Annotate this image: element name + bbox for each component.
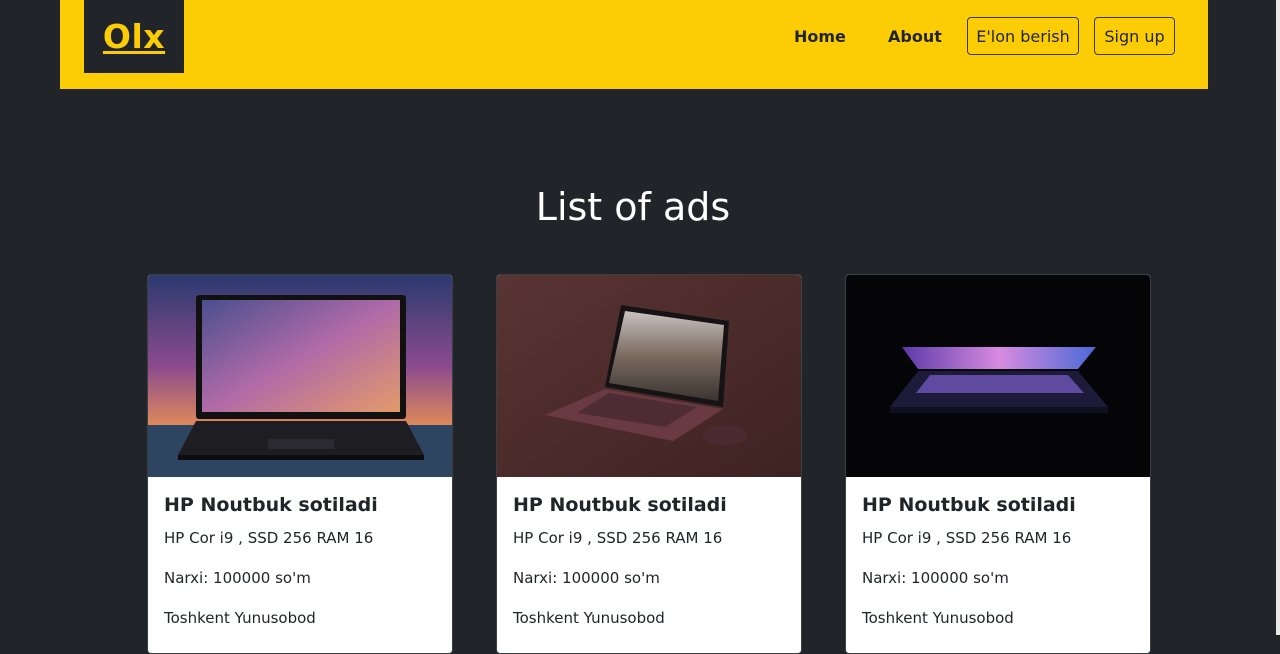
page-title: List of ads [535,185,731,229]
laptop-dark-glow-photo [846,275,1150,477]
post-ad-button[interactable]: E'lon berish [967,17,1079,55]
ad-location: Toshkent Yunusobod [513,609,665,627]
ad-card[interactable]: HP Noutbuk sotiladi HP Cor i9 , SSD 256 … [147,274,453,654]
navbar: Olx Home About E'lon berish Sign up [60,0,1208,89]
ad-price: Narxi: 100000 so'm [513,569,660,587]
ad-location: Toshkent Yunusobod [164,609,316,627]
ad-card[interactable]: HP Noutbuk sotiladi HP Cor i9 , SSD 256 … [496,274,802,654]
logo-text[interactable]: Olx [103,17,165,56]
laptop-maroon-photo [497,275,801,477]
ad-title: HP Noutbuk sotiladi [164,494,378,516]
ad-location: Toshkent Yunusobod [862,609,1014,627]
logo[interactable]: Olx [84,0,184,73]
ad-specs: HP Cor i9 , SSD 256 RAM 16 [513,529,723,547]
ad-price: Narxi: 100000 so'm [164,569,311,587]
nav-link-about[interactable]: About [888,27,942,46]
ad-specs: HP Cor i9 , SSD 256 RAM 16 [862,529,1072,547]
ad-card[interactable]: HP Noutbuk sotiladi HP Cor i9 , SSD 256 … [845,274,1151,654]
ad-price: Narxi: 100000 so'm [862,569,1009,587]
sign-up-button[interactable]: Sign up [1094,17,1175,55]
ad-title: HP Noutbuk sotiladi [513,494,727,516]
ad-specs: HP Cor i9 , SSD 256 RAM 16 [164,529,374,547]
scrollbar[interactable] [1276,0,1280,635]
ad-title: HP Noutbuk sotiladi [862,494,1076,516]
nav-link-home[interactable]: Home [794,27,846,46]
laptop-galaxy-photo [148,275,452,477]
